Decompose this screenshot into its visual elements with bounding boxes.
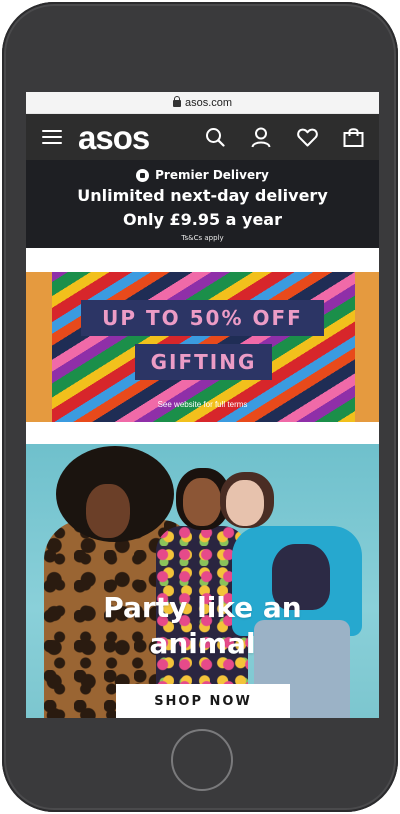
gifting-title: GIFTING bbox=[135, 344, 272, 380]
shop-now-button[interactable]: SHOP NOW bbox=[116, 684, 290, 718]
menu-icon[interactable] bbox=[42, 130, 62, 144]
site-header: asos bbox=[26, 114, 379, 160]
url-bar[interactable]: asos.com bbox=[26, 92, 379, 114]
gifting-terms: See website for full terms bbox=[157, 400, 248, 409]
header-icons bbox=[203, 125, 365, 149]
gifting-discount-text: UP TO 50% OFF bbox=[81, 300, 324, 336]
premier-label-row: Premier Delivery bbox=[26, 168, 379, 182]
phone-frame: asos.com asos Premier Delivery Unlimited… bbox=[2, 2, 398, 812]
spacer bbox=[26, 248, 379, 272]
spacer bbox=[26, 422, 379, 444]
asos-logo[interactable]: asos bbox=[78, 121, 150, 154]
lock-icon bbox=[172, 96, 181, 107]
party-headline-line-2: animal bbox=[149, 627, 256, 660]
search-icon[interactable] bbox=[203, 125, 227, 149]
premier-label: Premier Delivery bbox=[155, 168, 269, 182]
model-face-2 bbox=[183, 478, 221, 526]
heart-icon[interactable] bbox=[295, 125, 319, 149]
browser-screen: asos.com asos Premier Delivery Unlimited… bbox=[26, 92, 379, 718]
party-headline: Party like an animal bbox=[26, 590, 379, 662]
party-banner[interactable]: Party like an animal SHOP NOW bbox=[26, 444, 379, 718]
premier-delivery-banner[interactable]: Premier Delivery Unlimited next-day deli… bbox=[26, 160, 379, 248]
premier-headline-1: Unlimited next-day delivery bbox=[77, 186, 328, 205]
bag-icon[interactable] bbox=[341, 125, 365, 149]
model-face-1 bbox=[86, 484, 130, 538]
party-headline-line-1: Party like an bbox=[103, 591, 302, 624]
premier-headline-2: Only £9.95 a year bbox=[123, 210, 282, 229]
account-icon[interactable] bbox=[249, 125, 273, 149]
gifting-banner[interactable]: UP TO 50% OFF GIFTING See website for fu… bbox=[26, 272, 379, 422]
url-text: asos.com bbox=[184, 96, 233, 109]
model-face-3 bbox=[226, 480, 264, 526]
premier-terms: Ts&Cs apply bbox=[181, 234, 224, 242]
home-button[interactable] bbox=[171, 729, 233, 791]
premier-icon bbox=[136, 168, 150, 182]
